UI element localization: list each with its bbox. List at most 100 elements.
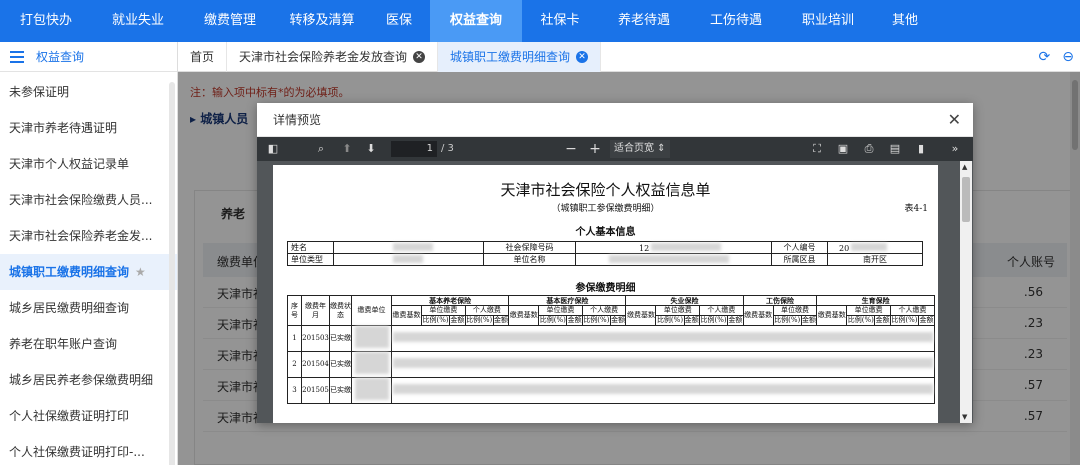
nav-item-payment[interactable]: 缴费管理 — [184, 0, 276, 42]
nav-item-quick[interactable]: 打包快办 — [0, 0, 92, 42]
cell-seq: 3 — [287, 377, 302, 404]
document-page: 天津市社会保险个人权益信息单 （城镇职工参保缴费明细） 表4-1 个人基本信息 … — [273, 165, 938, 423]
sidebar-item-resident-pension[interactable]: 城乡居民养老参保缴费明细 — [0, 362, 177, 398]
sidebar-item-rights-record[interactable]: 天津市个人权益记录单 — [0, 146, 177, 182]
page-number-input[interactable]: 1 — [391, 141, 437, 157]
header-unit-pay: 单位缴费 — [772, 305, 818, 316]
header-unemployment: 失业保险 — [625, 295, 744, 306]
tab-bar: 首页 天津市社会保险养老金发放查询 ✕ 城镇职工缴费明细查询 ✕ ⟳ ⊖ — [178, 41, 1080, 72]
document-area[interactable]: 天津市社会保险个人权益信息单 （城镇职工参保缴费明细） 表4-1 个人基本信息 … — [257, 161, 973, 423]
cell-month: 201505 — [301, 377, 330, 404]
top-navigation: 打包快办 就业失业 缴费管理 转移及清算 医保 权益查询 社保卡 养老待遇 工伤… — [0, 0, 1080, 42]
header-amount: 金额 — [874, 315, 891, 326]
nav-item-employment[interactable]: 就业失业 — [92, 0, 184, 42]
sidebar-item-worker-detail[interactable]: 城镇职工缴费明细查询 ★ — [0, 254, 177, 290]
basic-info-table: 姓名 社会保障号码 12 个人编号 20 单位类型 单位名称 所属区县 南开区 — [287, 241, 923, 266]
star-icon[interactable]: ★ — [135, 265, 146, 279]
scroll-up-icon[interactable]: ▲ — [962, 163, 967, 171]
zoom-select[interactable]: 适合页宽 ⇕ — [610, 140, 670, 158]
sidebar-item-annual-account[interactable]: 养老在职年账户查询 — [0, 326, 177, 362]
header-amount: 金额 — [683, 315, 701, 326]
print-icon[interactable]: ⎙ — [861, 137, 877, 161]
header-ratio: 比例(%) — [581, 315, 611, 326]
menu-icon[interactable] — [10, 50, 24, 63]
sidebar-item-payer[interactable]: 天津市社会保险缴费人员... — [0, 182, 177, 218]
header-personal-pay: 个人缴费 — [889, 305, 936, 316]
more-icon[interactable]: ⊖ — [1062, 49, 1074, 65]
table-row: 2 201504 已实缴 — [287, 351, 935, 378]
payment-detail-table: 序号 缴费年月 缴费状态 缴费单位 基本养老保险 基本医疗保险 失业保险 工伤保… — [287, 295, 936, 404]
header-personal-pay: 个人缴费 — [581, 305, 627, 316]
nav-item-rights[interactable]: 权益查询 — [430, 0, 522, 42]
nav-item-training[interactable]: 职业培训 — [782, 0, 874, 42]
header-personal-pay: 个人缴费 — [699, 305, 744, 316]
zoom-out-icon[interactable]: − — [563, 137, 579, 161]
search-icon[interactable]: ⌕ — [313, 137, 329, 161]
nav-item-transfer[interactable]: 转移及清算 — [276, 0, 368, 42]
header-unit-pay: 单位缴费 — [655, 305, 701, 316]
download-icon[interactable]: ▤ — [887, 137, 903, 161]
header-base: 缴费基数 — [742, 305, 774, 326]
scrollbar-thumb[interactable] — [962, 177, 970, 222]
open-file-icon[interactable]: ▣ — [835, 137, 851, 161]
header-ratio: 比例(%) — [846, 315, 876, 326]
close-icon[interactable]: ✕ — [576, 51, 589, 63]
bookmark-icon[interactable]: ▮ — [913, 137, 929, 161]
cell-status: 已实缴 — [329, 325, 352, 352]
header-injury: 工伤保险 — [742, 295, 818, 306]
header-ratio: 比例(%) — [538, 315, 568, 326]
next-page-icon[interactable]: ⬇ — [363, 137, 379, 161]
ssn-prefix: 12 — [639, 243, 650, 253]
tab-pension-issue[interactable]: 天津市社会保险养老金发放查询 ✕ — [227, 41, 439, 72]
nav-item-pension[interactable]: 养老待遇 — [598, 0, 690, 42]
header-amount: 金额 — [609, 315, 627, 326]
sidebar-item-resident-detail[interactable]: 城乡居民缴费明细查询 — [0, 290, 177, 326]
refresh-icon[interactable]: ⟳ — [1039, 49, 1051, 65]
document-scrollbar[interactable]: ▲ ▼ — [960, 161, 972, 423]
header-ratio: 比例(%) — [699, 315, 729, 326]
prev-page-icon[interactable]: ⬆ — [339, 137, 355, 161]
cell-unit-redacted — [351, 377, 392, 404]
sidebar-item-print-proof-2[interactable]: 个人社保缴费证明打印-... — [0, 434, 177, 465]
header-unit-pay: 单位缴费 — [421, 305, 466, 316]
sidebar-item-pension-issue[interactable]: 天津市社会保险养老金发... — [0, 218, 177, 254]
sidebar-scrollbar[interactable] — [169, 82, 175, 465]
close-icon[interactable]: ✕ — [413, 51, 426, 63]
header-seq: 序号 — [287, 295, 302, 326]
sidebar-item-label: 城镇职工缴费明细查询 — [9, 265, 130, 279]
nav-item-injury[interactable]: 工伤待遇 — [690, 0, 782, 42]
label-district: 所属区县 — [771, 253, 828, 266]
header-unit: 缴费单位 — [351, 295, 392, 326]
tab-label: 天津市社会保险养老金发放查询 — [239, 49, 408, 64]
tab-worker-detail[interactable]: 城镇职工缴费明细查询 ✕ — [438, 41, 602, 72]
tab-home[interactable]: 首页 — [178, 41, 228, 72]
nav-item-card[interactable]: 社保卡 — [522, 0, 598, 42]
header-pension: 基本养老保险 — [390, 295, 510, 306]
tab-label: 城镇职工缴费明细查询 — [450, 49, 571, 64]
sidebar-item-print-proof[interactable]: 个人社保缴费证明打印 — [0, 398, 177, 434]
nav-item-other[interactable]: 其他 — [874, 0, 936, 42]
cell-amounts-redacted — [391, 325, 935, 352]
cell-month: 201503 — [301, 325, 330, 352]
value-name — [333, 241, 484, 254]
table-row: 1 201503 已实缴 — [287, 325, 935, 352]
modal-title: 详情预览 — [273, 113, 322, 127]
nav-item-medical[interactable]: 医保 — [368, 0, 430, 42]
pdf-viewer: ◧ ⌕ ⬆ ⬇ 1 / 3 − + 适合页宽 ⇕ ⛶ ▣ ⎙ ▤ ▮ » 天津市… — [257, 137, 973, 423]
scroll-down-icon[interactable]: ▼ — [962, 413, 967, 421]
zoom-in-icon[interactable]: + — [587, 137, 603, 161]
sidebar-item-no-insurance[interactable]: 未参保证明 — [0, 74, 177, 110]
more-tools-icon[interactable]: » — [945, 137, 965, 161]
header-personal-pay: 个人缴费 — [464, 305, 510, 316]
label-ssn: 社会保障号码 — [483, 241, 576, 254]
sidebar-item-pension-proof[interactable]: 天津市养老待遇证明 — [0, 110, 177, 146]
cell-unit-redacted — [351, 325, 392, 352]
sidebar-header[interactable]: 权益查询 — [0, 42, 177, 72]
value-district: 南开区 — [827, 253, 923, 266]
sidebar-toggle-icon[interactable]: ◧ — [265, 137, 281, 161]
header-ratio: 比例(%) — [889, 315, 919, 326]
header-amount: 金额 — [492, 315, 510, 326]
fullscreen-icon[interactable]: ⛶ — [809, 137, 825, 161]
close-icon[interactable]: ✕ — [948, 103, 961, 137]
header-amount: 金额 — [800, 315, 818, 326]
